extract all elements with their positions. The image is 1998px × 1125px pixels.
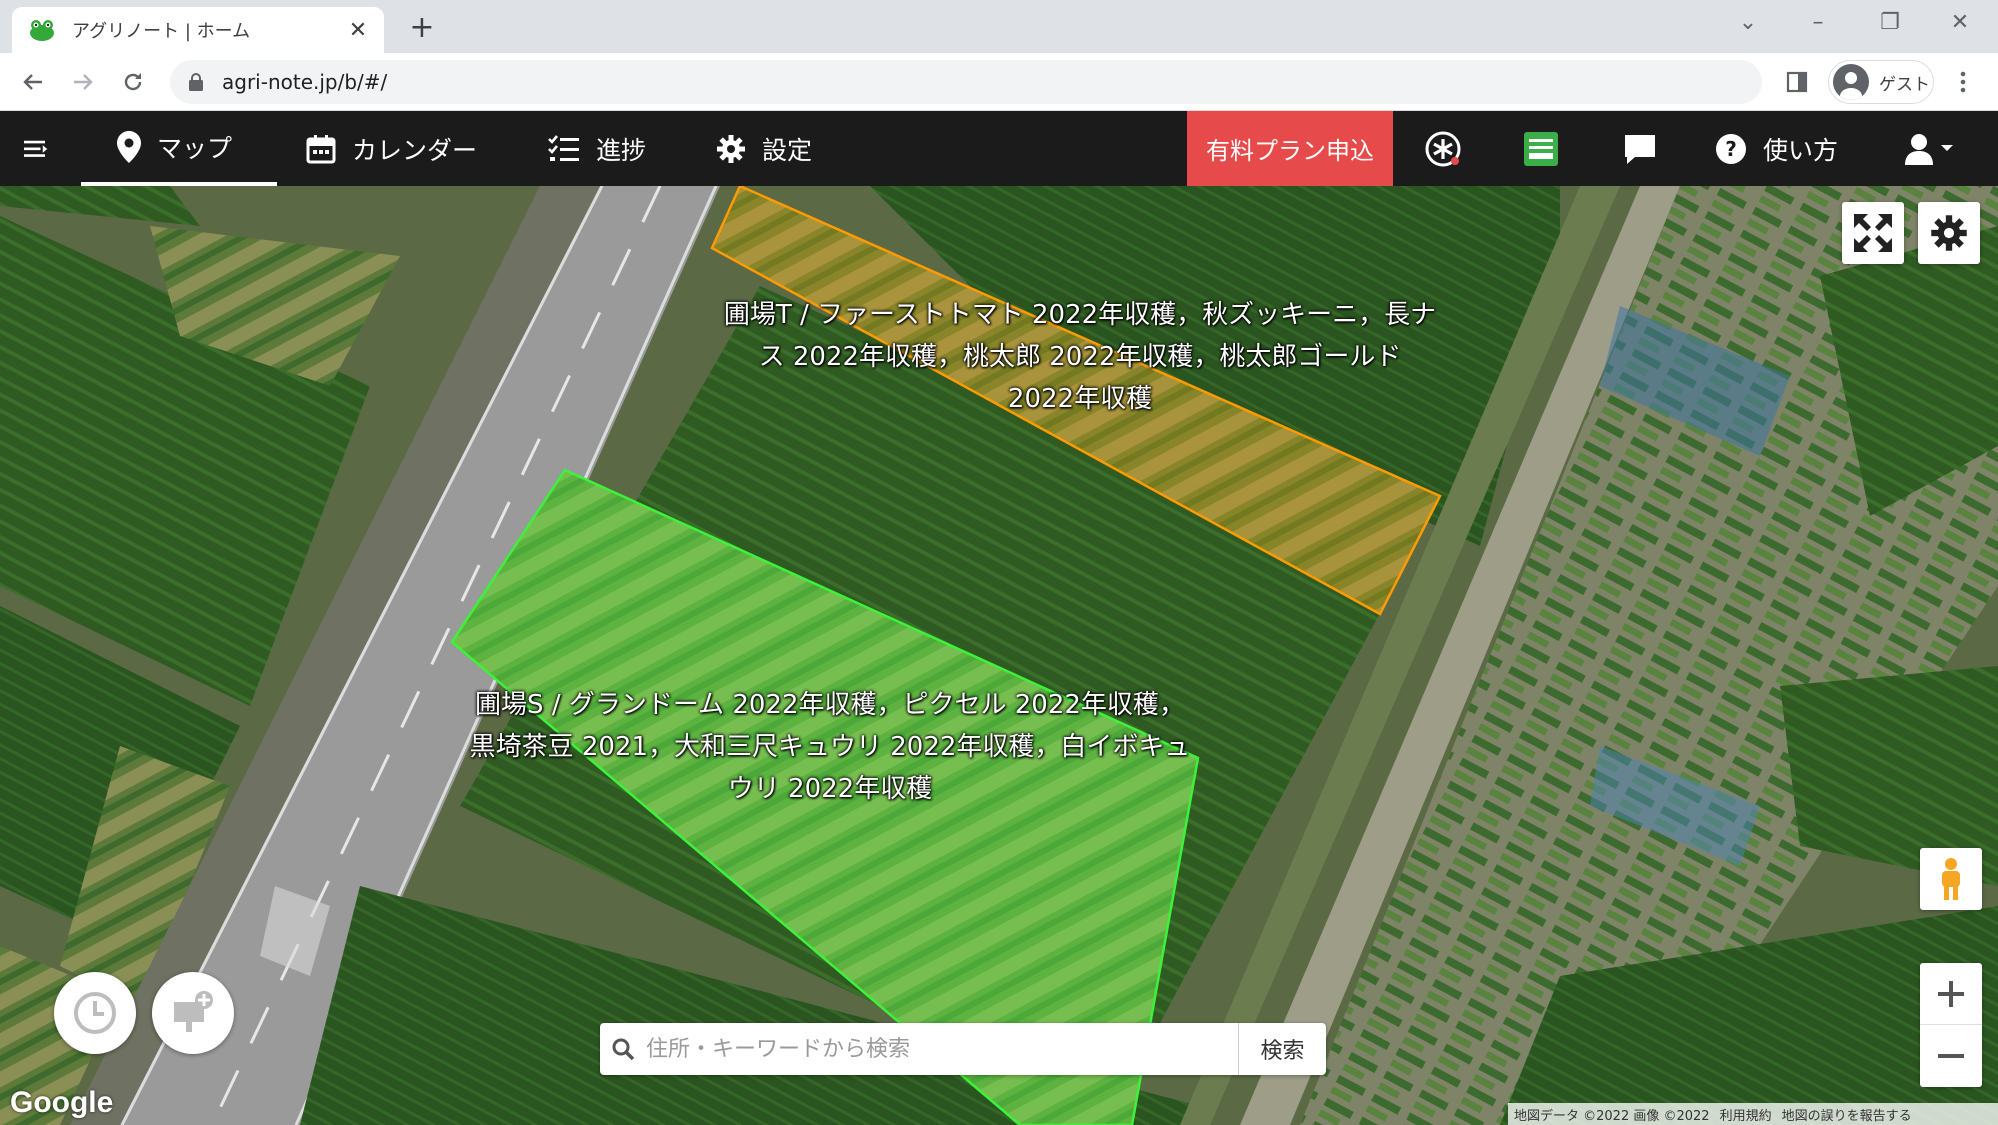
nav-calendar[interactable]: カレンダー (306, 111, 477, 186)
reload-icon[interactable] (114, 63, 152, 101)
app-header: マップ カレンダー 進捗 設定 有料プラン申込 ? 使い方 (0, 111, 1998, 186)
zoom-control (1920, 963, 1982, 1087)
terms-link[interactable]: 利用規約 (1720, 1105, 1772, 1124)
field-t-label[interactable]: 圃場T / ファーストトマト 2022年収穫，秋ズッキーニ，長ナ ス 2022年… (660, 294, 1500, 420)
tab-title: アグリノート | ホーム (72, 21, 251, 42)
nav-map-label: マップ (157, 133, 233, 163)
field-t-label-line: ス 2022年収穫，桃太郎 2022年収穫，桃太郎ゴールド (758, 342, 1402, 372)
agri-book-icon[interactable] (1518, 111, 1564, 186)
pegman-icon (1942, 858, 1960, 900)
field-s-label-line: ウリ 2022年収穫 (727, 774, 933, 804)
paid-plan-button[interactable]: 有料プラン申込 (1187, 111, 1393, 186)
satellite-map[interactable]: 圃場T / ファーストトマト 2022年収穫，秋ズッキーニ，長ナ ス 2022年… (0, 186, 1998, 1125)
report-error-link[interactable]: 地図の誤りを報告する (1782, 1105, 1912, 1124)
tab-close-icon[interactable]: ✕ (346, 18, 370, 43)
gear-icon (1931, 215, 1967, 251)
profile-label: ゲスト (1879, 74, 1930, 95)
nav-settings[interactable]: 設定 (716, 111, 812, 186)
history-button[interactable] (54, 972, 136, 1054)
map-settings-button[interactable] (1918, 202, 1980, 264)
window-close-icon[interactable]: ✕ (1940, 6, 1980, 40)
street-view-button[interactable] (1920, 848, 1982, 910)
add-pin-icon (174, 991, 213, 1032)
map-attribution: 地図データ ©2022 画像 ©2022 利用規約 地図の誤りを報告する (1508, 1103, 1998, 1125)
help-button[interactable]: ? 使い方 (1715, 111, 1838, 186)
back-icon[interactable] (14, 63, 52, 101)
plus-icon (1938, 980, 1964, 1007)
restore-icon[interactable]: ❐ (1870, 6, 1910, 40)
field-s-label-line: 圃場S / グランドーム 2022年収穫，ピクセル 2022年収穫， (475, 690, 1185, 720)
browser-toolbar: agri-note.jp/b/#/ ゲスト (0, 53, 1998, 111)
zoom-in-button[interactable] (1920, 963, 1982, 1025)
browser-menu-icon[interactable] (1944, 63, 1982, 101)
help-label: 使い方 (1763, 135, 1839, 165)
question-circle-icon: ? (1716, 133, 1746, 164)
side-panel-icon[interactable] (1778, 63, 1816, 101)
tab-search-icon[interactable]: ⌄ (1728, 6, 1768, 40)
minus-icon (1938, 1054, 1964, 1058)
field-s-label[interactable]: 圃場S / グランドーム 2022年収穫，ピクセル 2022年収穫， 黒埼茶豆 … (420, 684, 1240, 810)
map-pin-icon (117, 130, 141, 163)
map-search-bar: 検索 (600, 1023, 1326, 1075)
nav-progress[interactable]: 進捗 (548, 111, 646, 186)
fullscreen-icon (1854, 214, 1892, 252)
zoom-out-button[interactable] (1920, 1025, 1982, 1087)
checklist-icon (548, 134, 579, 161)
field-t-label-line: 2022年収穫 (1007, 384, 1153, 414)
fullscreen-button[interactable] (1842, 202, 1904, 264)
gear-icon (717, 134, 745, 163)
lock-icon (189, 73, 203, 91)
google-logo: Google (10, 1086, 114, 1119)
url-text: agri-note.jp/b/#/ (222, 70, 388, 94)
forward-icon[interactable] (64, 63, 102, 101)
browser-tab[interactable]: アグリノート | ホーム ✕ (12, 7, 384, 53)
browser-tab-strip: アグリノート | ホーム ✕ + ⌄ – ❐ ✕ (0, 0, 1998, 53)
sidebar-toggle-icon[interactable] (24, 111, 64, 186)
search-button[interactable]: 検索 (1238, 1023, 1326, 1075)
add-field-button[interactable] (152, 972, 234, 1054)
field-s-label-line: 黒埼茶豆 2021，大和三尺キュウリ 2022年収穫，白イボキュ (469, 732, 1191, 762)
guest-avatar-icon (1833, 64, 1869, 100)
chat-icon[interactable] (1618, 111, 1662, 186)
nav-settings-label: 設定 (762, 135, 813, 165)
clock-icon (74, 992, 116, 1034)
field-t-label-line: 圃場T / ファーストトマト 2022年収穫，秋ズッキーニ，長ナ (723, 300, 1437, 330)
minimize-icon[interactable]: – (1798, 6, 1838, 40)
search-input[interactable] (646, 1036, 1238, 1062)
new-tab-icon[interactable]: + (405, 10, 439, 45)
notification-asterisk-icon[interactable] (1418, 111, 1468, 186)
nav-map[interactable]: マップ (81, 111, 277, 186)
nav-progress-label: 進捗 (596, 135, 647, 165)
address-bar[interactable]: agri-note.jp/b/#/ (170, 60, 1762, 104)
map-data-credit: 地図データ ©2022 画像 ©2022 (1514, 1108, 1710, 1124)
user-menu-icon[interactable] (1900, 111, 1960, 186)
search-icon (600, 1037, 646, 1061)
svg-text:?: ? (1725, 137, 1737, 161)
calendar-icon (306, 134, 336, 163)
nav-calendar-label: カレンダー (352, 135, 478, 165)
profile-button[interactable]: ゲスト (1828, 60, 1934, 104)
frog-favicon-icon (30, 20, 54, 41)
